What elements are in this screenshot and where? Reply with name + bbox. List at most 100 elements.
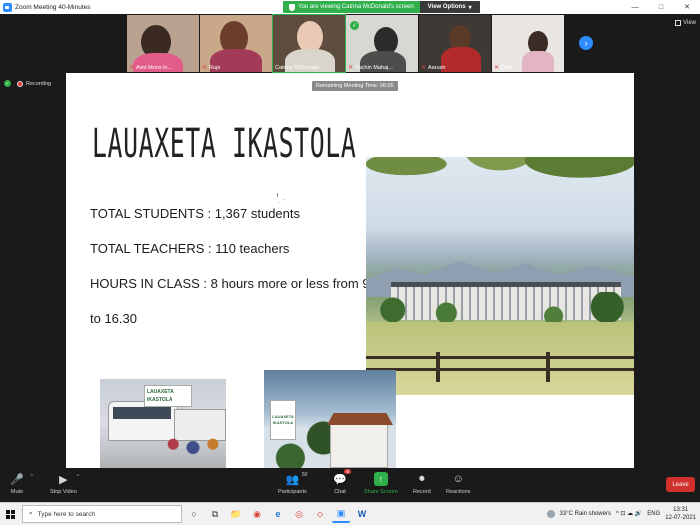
shield-icon xyxy=(289,3,295,11)
participant-tile[interactable]: Catrina McDonald xyxy=(272,14,346,73)
share-screen-button[interactable]: ↑ Share Screen xyxy=(364,472,398,495)
maximize-button[interactable]: □ xyxy=(648,0,674,14)
viewing-screen-message: You are viewing Catrina McDonald's scree… xyxy=(283,1,420,13)
record-label: Record xyxy=(413,489,431,495)
fence-post xyxy=(546,352,550,382)
fact-hours-cont: to 16.30 xyxy=(90,311,137,326)
school-bus-photo: LAUAXETA IKASTOLA xyxy=(100,379,226,468)
weather-text[interactable]: 33°C Rain showers xyxy=(560,511,611,517)
participant-name: Diva xyxy=(501,64,513,71)
participant-tile[interactable]: ✕ Avni Mons lo... xyxy=(127,15,199,72)
chevron-down-icon: ▾ xyxy=(468,4,472,11)
zoom-logo-icon xyxy=(3,2,12,12)
check-icon: ✓ xyxy=(350,21,359,30)
word-icon[interactable]: W xyxy=(353,505,371,523)
task-view-icon[interactable]: ⧉ xyxy=(206,505,224,523)
fence-rail xyxy=(366,368,634,371)
file-explorer-icon[interactable]: 📁 xyxy=(227,505,245,523)
record-button[interactable]: ⏺ Record xyxy=(413,472,431,496)
chat-label: Chat xyxy=(334,489,346,495)
bus-photo-sign: LAUAXETA IKASTOLA xyxy=(144,385,192,407)
participant-label: ✕ Aarush xyxy=(421,64,446,72)
taskbar-search[interactable]: ⌕ Type here to search xyxy=(22,505,182,523)
leave-button[interactable]: Leave xyxy=(666,477,695,492)
acrobat-icon[interactable]: ⬦ xyxy=(311,505,329,523)
participants-count: 50 xyxy=(301,472,308,478)
fence-post xyxy=(436,352,440,382)
participants-icon: 👥 50 xyxy=(285,472,308,486)
participant-name: Rupi xyxy=(209,64,221,71)
view-options-button[interactable]: View Options ▾ xyxy=(419,1,480,13)
chrome-icon[interactable]: ◉ xyxy=(248,505,266,523)
title-bar: Zoom Meeting 40-Minutes You are viewing … xyxy=(0,0,700,14)
school-building-photo: LAUAXETA IKASTOLA xyxy=(264,370,396,468)
system-tray: 33°C Rain showers ^ ⊡ ☁ 🔊 ENG 13:31 12-0… xyxy=(546,502,696,525)
video-camera-glyph: ▶ xyxy=(59,473,68,486)
view-options-label: View Options xyxy=(427,4,466,10)
video-options-caret[interactable]: ^ xyxy=(77,474,79,480)
chat-button[interactable]: 💬 6 Chat xyxy=(333,469,351,495)
cortana-icon[interactable]: ○ xyxy=(185,505,203,523)
school-campus-photo xyxy=(366,157,634,395)
fact-hours: HOURS IN CLASS : 8 hours more or less fr… xyxy=(90,276,388,291)
stop-video-button[interactable]: ▶ ^ Stop Video xyxy=(50,472,79,496)
view-button[interactable]: View xyxy=(675,20,696,26)
reactions-icon: ☺ xyxy=(452,473,464,485)
participant-tile[interactable]: ✕ Rupi xyxy=(200,15,272,72)
recording-label: Recording xyxy=(26,80,52,87)
mic-muted-icon: ✕ xyxy=(494,65,500,71)
video-camera-icon: ▶ ^ xyxy=(56,472,79,486)
reactions-button[interactable]: ☺ Reactions xyxy=(446,472,470,495)
participant-label: ✕ Diva xyxy=(494,64,513,72)
participant-label: Catrina McDonald xyxy=(275,65,319,71)
clock-time: 13:31 xyxy=(673,506,689,513)
participant-name: Catrina McDonald xyxy=(275,65,320,71)
participant-label: ✕ Sachin Mahaj... xyxy=(348,64,393,72)
participant-name: Aarush xyxy=(428,64,446,71)
fence-rail xyxy=(366,356,634,359)
mic-muted-icon: ✕ xyxy=(421,65,427,71)
edge-icon[interactable]: e xyxy=(269,505,287,523)
zoom-window: Zoom Meeting 40-Minutes You are viewing … xyxy=(0,0,700,525)
microphone-glyph: 🎤 xyxy=(10,473,24,486)
windows-logo-icon xyxy=(5,509,15,519)
share-screen-label: Share Screen xyxy=(364,489,398,495)
mic-muted-icon: ✕ xyxy=(348,65,354,71)
view-label: View xyxy=(683,20,696,26)
language-indicator[interactable]: ENG xyxy=(647,511,660,517)
gallery-next-button[interactable]: › xyxy=(579,36,593,50)
chat-icon: 💬 6 xyxy=(333,469,351,486)
mute-button[interactable]: 🎤 ^ Mute xyxy=(10,472,33,496)
participant-tile[interactable]: ✓ ✕ Sachin Mahaj... xyxy=(346,15,418,72)
shared-screen: Remaining Meeting Time: 06:05 LAUAXETA I… xyxy=(66,73,634,468)
participant-name: Avni Mons lo... xyxy=(136,64,173,71)
close-button[interactable]: ✕ xyxy=(674,0,700,14)
start-button[interactable] xyxy=(0,503,20,525)
clock-date: 12-07-2021 xyxy=(665,514,696,521)
screen-share-banner: You are viewing Catrina McDonald's scree… xyxy=(283,1,480,13)
encryption-check-icon[interactable]: ✓ xyxy=(4,80,11,87)
viewing-screen-text: You are viewing Catrina McDonald's scree… xyxy=(298,4,414,10)
search-icon: ⌕ xyxy=(29,510,33,517)
minimize-button[interactable]: — xyxy=(622,0,648,14)
window-title: Zoom Meeting 40-Minutes xyxy=(15,3,91,11)
record-icon: ⏺ xyxy=(419,472,425,485)
remaining-time: Remaining Meeting Time: 06:05 xyxy=(312,81,398,91)
participant-video-body xyxy=(522,51,554,72)
chat-glyph: 💬 xyxy=(333,473,347,486)
taskbar-clock[interactable]: 13:31 12-07-2021 xyxy=(665,506,696,522)
recording-indicator: Recording xyxy=(17,80,52,87)
record-dot-icon xyxy=(17,80,23,87)
stop-video-label: Stop Video xyxy=(50,489,77,495)
participants-button[interactable]: 👥 50 Participants xyxy=(278,472,307,495)
photo-house xyxy=(330,422,388,468)
tray-icons[interactable]: ^ ⊡ ☁ 🔊 xyxy=(616,510,642,517)
fact-students: TOTAL STUDENTS : 1,367 students xyxy=(90,206,301,221)
participant-tile[interactable]: ✕ Aarush xyxy=(419,15,491,72)
participant-tile[interactable]: ✕ Diva xyxy=(492,15,564,72)
photo-people xyxy=(160,434,226,468)
mute-label: Mute xyxy=(10,489,24,495)
chrome-profile-icon[interactable]: ◎ xyxy=(290,505,308,523)
mute-options-caret[interactable]: ^ xyxy=(31,474,33,480)
zoom-taskbar-icon[interactable]: ▣ xyxy=(332,505,350,523)
